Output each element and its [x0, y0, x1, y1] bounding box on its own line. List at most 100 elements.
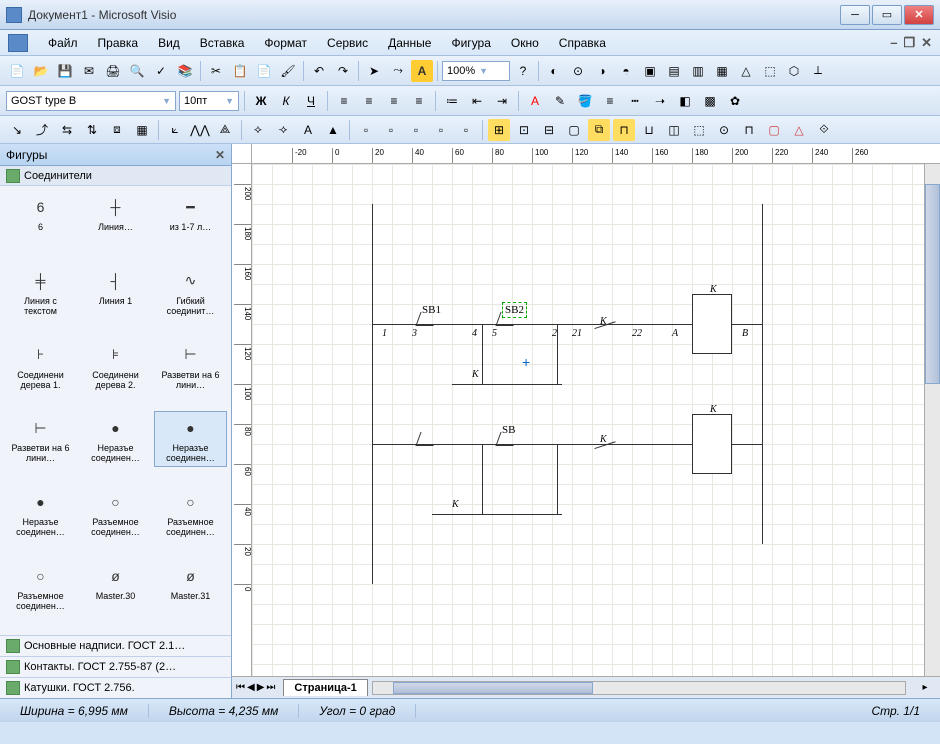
tool-button[interactable]: ⊓ [738, 119, 760, 141]
menu-insert[interactable]: Вставка [190, 32, 255, 54]
drawing-canvas[interactable]: SB1 SB2 1 3 4 5 2 21 K 22 A K B [252, 164, 924, 676]
font-name-combo[interactable]: GOST type B ▼ [6, 91, 176, 111]
shape-item[interactable]: ╪Линия с текстом [4, 264, 77, 320]
shape-item[interactable]: ○Разъемное соединен… [4, 559, 77, 615]
shape-item[interactable]: ○Разъемное соединен… [79, 485, 152, 541]
italic-button[interactable]: К [275, 90, 297, 112]
align-left-button[interactable]: ≡ [333, 90, 355, 112]
shape-item[interactable]: ⊢Разветви на 6 лини… [4, 411, 77, 467]
close-button[interactable]: ✕ [904, 5, 934, 25]
vertical-scrollbar[interactable] [924, 164, 940, 676]
copy-button[interactable]: 📋 [229, 60, 251, 82]
tool-button[interactable]: ⋀⋀ [189, 119, 211, 141]
doc-minimize-button[interactable]: – [890, 35, 897, 51]
menu-view[interactable]: Вид [148, 32, 190, 54]
tool-button[interactable]: ▤ [663, 60, 685, 82]
tool-button[interactable]: ◓ [615, 60, 637, 82]
stencil-item[interactable]: Катушки. ГОСТ 2.756. [0, 677, 231, 698]
shape-item[interactable]: ┼Линия… [79, 190, 152, 246]
stencil-item[interactable]: Основные надписи. ГОСТ 2.1… [0, 635, 231, 656]
shape-item[interactable]: 66 [4, 190, 77, 246]
align-right-button[interactable]: ≡ [383, 90, 405, 112]
save-button[interactable]: 💾 [54, 60, 76, 82]
theme-button[interactable]: ◧ [674, 90, 696, 112]
spellcheck-button[interactable]: ✓ [150, 60, 172, 82]
menu-help[interactable]: Справка [549, 32, 616, 54]
shape-item[interactable]: ○Разъемное соединен… [154, 485, 227, 541]
menu-window[interactable]: Окно [501, 32, 549, 54]
doc-restore-button[interactable]: ❐ [903, 35, 915, 51]
tool-button[interactable]: ◐ [543, 60, 565, 82]
shape-item[interactable]: ⊧Соединени дерева 2. [79, 338, 152, 394]
tool-button[interactable]: ▫ [430, 119, 452, 141]
tab-last-button[interactable]: ⏭ [266, 682, 275, 693]
increase-indent-button[interactable]: ⇥ [491, 90, 513, 112]
tool-button[interactable]: ⬚ [688, 119, 710, 141]
tool-button[interactable]: ▲ [322, 119, 344, 141]
tool-button[interactable]: ⤴ [31, 119, 53, 141]
shape-item[interactable]: ●Неразъе соединен… [79, 411, 152, 467]
bullets-button[interactable]: ≔ [441, 90, 463, 112]
tool-button[interactable]: ⊙ [567, 60, 589, 82]
tool-button[interactable]: ▫ [355, 119, 377, 141]
stencil-header[interactable]: Соединители [0, 166, 231, 186]
paste-button[interactable]: 📄 [253, 60, 275, 82]
tool-button[interactable]: ⊡ [513, 119, 535, 141]
tool-button[interactable]: ▫ [455, 119, 477, 141]
menu-format[interactable]: Формат [254, 32, 317, 54]
line-weight-button[interactable]: ≡ [599, 90, 621, 112]
align-center-button[interactable]: ≡ [358, 90, 380, 112]
line-pattern-button[interactable]: ┅ [624, 90, 646, 112]
new-button[interactable]: 📄 [6, 60, 28, 82]
tool-button[interactable]: ▢ [563, 119, 585, 141]
print-preview-button[interactable]: 🔍 [126, 60, 148, 82]
tool-button[interactable]: ▦ [131, 119, 153, 141]
menu-shape[interactable]: Фигура [441, 32, 500, 54]
maximize-button[interactable]: ▭ [872, 5, 902, 25]
tool-button[interactable]: ⧉ [588, 119, 610, 141]
zoom-combo[interactable]: 100% ▼ [442, 61, 510, 81]
scrollbar-thumb[interactable] [393, 682, 593, 694]
tool-button[interactable]: ↘ [6, 119, 28, 141]
pointer-tool-button[interactable]: ➤ [363, 60, 385, 82]
mail-button[interactable]: ✉ [78, 60, 100, 82]
tool-button[interactable]: ⬡ [783, 60, 805, 82]
tool-button[interactable]: ⟀ [164, 119, 186, 141]
tool-button[interactable]: ⊟ [538, 119, 560, 141]
tool-button[interactable]: ⇅ [81, 119, 103, 141]
tool-button[interactable]: ⊓ [613, 119, 635, 141]
tool-button[interactable]: ▣ [639, 60, 661, 82]
undo-button[interactable]: ↶ [308, 60, 330, 82]
tool-button[interactable]: ▥ [687, 60, 709, 82]
menu-tools[interactable]: Сервис [317, 32, 378, 54]
connector-tool-button[interactable]: ⤳ [387, 60, 409, 82]
cut-button[interactable]: ✂ [205, 60, 227, 82]
tool-button[interactable]: ▦ [711, 60, 733, 82]
shape-item[interactable]: ∿Гибкий соединит… [154, 264, 227, 320]
tool-button[interactable]: ▫ [405, 119, 427, 141]
format-button[interactable]: ✿ [724, 90, 746, 112]
shapes-panel-close-button[interactable]: ✕ [215, 148, 225, 162]
research-button[interactable]: 📚 [174, 60, 196, 82]
tool-button[interactable]: △ [788, 119, 810, 141]
shape-item[interactable]: ┤Линия 1 [79, 264, 152, 320]
tool-button[interactable]: ⟂ [807, 60, 829, 82]
tool-button[interactable]: ◑ [591, 60, 613, 82]
tool-button[interactable]: ◫ [663, 119, 685, 141]
page-tab[interactable]: Страница-1 [283, 679, 367, 696]
tool-button[interactable]: ⟡ [247, 119, 269, 141]
vertical-ruler[interactable]: 200180160 140120100 806040 200 [232, 164, 252, 676]
text-tool-button[interactable]: A [411, 60, 433, 82]
stencil-item[interactable]: Контакты. ГОСТ 2.755-87 (2… [0, 656, 231, 677]
scrollbar-thumb[interactable] [925, 184, 940, 384]
shape-item[interactable]: øMaster.31 [154, 559, 227, 615]
redo-button[interactable]: ↷ [332, 60, 354, 82]
font-color-button[interactable]: A [524, 90, 546, 112]
underline-button[interactable]: Ч [300, 90, 322, 112]
doc-close-button[interactable]: ✕ [921, 35, 932, 51]
horizontal-scrollbar[interactable] [372, 681, 906, 695]
tool-button[interactable]: ⊙ [713, 119, 735, 141]
menu-data[interactable]: Данные [378, 32, 441, 54]
tool-button[interactable]: A [297, 119, 319, 141]
tool-button[interactable]: ⧈ [106, 119, 128, 141]
